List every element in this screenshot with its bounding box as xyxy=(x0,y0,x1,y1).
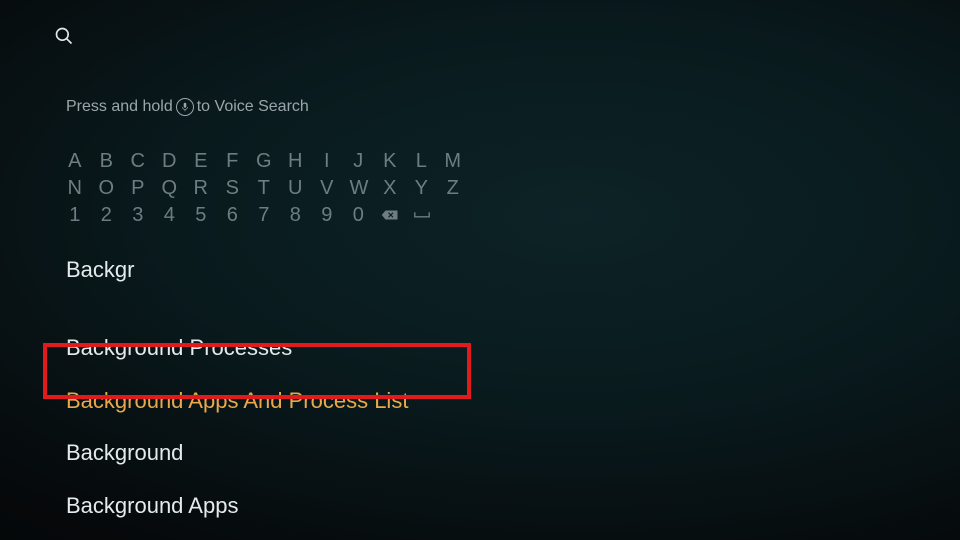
keyboard-key[interactable]: O xyxy=(98,177,116,200)
keyboard-key[interactable]: 3 xyxy=(129,204,147,227)
keyboard-key[interactable]: Q xyxy=(161,177,179,200)
keyboard-row-2: NOPQRSTUVWXYZ xyxy=(66,177,960,200)
onscreen-keyboard: ABCDEFGHIJKLM NOPQRSTUVWXYZ 1234567890 xyxy=(66,150,960,227)
keyboard-key[interactable]: Z xyxy=(444,177,462,200)
keyboard-key[interactable]: P xyxy=(129,177,147,200)
hint-text-before: Press and hold xyxy=(66,98,173,116)
keyboard-key[interactable]: H xyxy=(287,150,305,173)
keyboard-key[interactable]: L xyxy=(413,150,431,173)
keyboard-key[interactable]: V xyxy=(318,177,336,200)
search-result-item[interactable]: Background Processes xyxy=(66,335,960,361)
keyboard-key[interactable]: K xyxy=(381,150,399,173)
keyboard-key[interactable]: M xyxy=(444,150,462,173)
keyboard-key[interactable]: J xyxy=(350,150,368,173)
search-query-text: Backgr xyxy=(66,257,960,283)
keyboard-key[interactable]: 5 xyxy=(192,204,210,227)
keyboard-key[interactable]: 8 xyxy=(287,204,305,227)
keyboard-key[interactable]: I xyxy=(318,150,336,173)
keyboard-key[interactable]: T xyxy=(255,177,273,200)
keyboard-key[interactable]: 6 xyxy=(224,204,242,227)
search-icon[interactable] xyxy=(54,26,74,46)
keyboard-key[interactable]: U xyxy=(287,177,305,200)
search-result-item[interactable]: Background Apps xyxy=(66,493,960,519)
keyboard-key[interactable]: 1 xyxy=(66,204,84,227)
search-results: Backgr Background Processes Background Ap… xyxy=(66,257,960,540)
keyboard-key[interactable]: G xyxy=(255,150,273,173)
keyboard-key[interactable]: Y xyxy=(413,177,431,200)
backspace-key[interactable] xyxy=(381,204,399,226)
hint-text-after: to Voice Search xyxy=(197,98,309,116)
keyboard-key[interactable]: A xyxy=(66,150,84,173)
keyboard-key[interactable]: D xyxy=(161,150,179,173)
keyboard-key[interactable]: B xyxy=(98,150,116,173)
keyboard-key[interactable]: 9 xyxy=(318,204,336,227)
keyboard-key[interactable]: S xyxy=(224,177,242,200)
keyboard-key[interactable]: R xyxy=(192,177,210,200)
keyboard-key[interactable]: W xyxy=(350,177,368,200)
keyboard-row-1: ABCDEFGHIJKLM xyxy=(66,150,960,173)
keyboard-key[interactable]: 4 xyxy=(161,204,179,227)
keyboard-key[interactable]: 2 xyxy=(98,204,116,227)
keyboard-key[interactable]: N xyxy=(66,177,84,200)
keyboard-key[interactable]: F xyxy=(224,150,242,173)
keyboard-row-3: 1234567890 xyxy=(66,204,960,227)
microphone-icon xyxy=(176,98,194,116)
search-screen: Press and hold to Voice Search ABCDEFGHI… xyxy=(0,0,960,540)
keyboard-key[interactable]: C xyxy=(129,150,147,173)
keyboard-key[interactable]: 0 xyxy=(350,204,368,227)
keyboard-key[interactable]: E xyxy=(192,150,210,173)
voice-search-hint: Press and hold to Voice Search xyxy=(66,98,960,116)
search-result-item[interactable]: Background xyxy=(66,440,960,466)
search-result-item[interactable]: Background Apps And Process List xyxy=(66,388,960,414)
keyboard-key[interactable]: 7 xyxy=(255,204,273,227)
space-key[interactable] xyxy=(413,204,431,226)
keyboard-key[interactable]: X xyxy=(381,177,399,200)
